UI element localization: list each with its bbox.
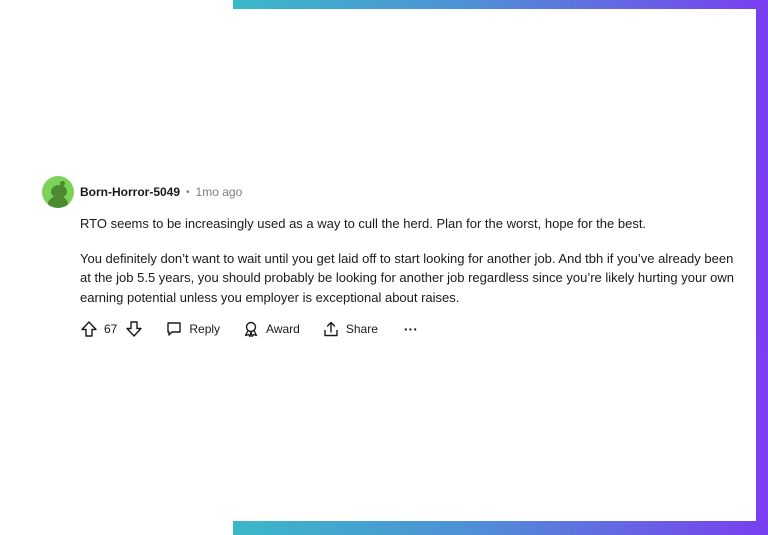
more-options-button[interactable]: ··· (404, 321, 418, 337)
vote-control: 67 (80, 320, 143, 338)
award-button[interactable]: Award (242, 320, 300, 338)
comment-body: RTO seems to be increasingly used as a w… (80, 214, 742, 307)
downvote-icon[interactable] (125, 320, 143, 338)
comment-actions: 67 Reply Award Share ··· (80, 317, 742, 341)
avatar[interactable] (42, 176, 74, 208)
award-label: Award (266, 322, 300, 336)
upvote-icon[interactable] (80, 320, 98, 338)
share-label: Share (345, 322, 378, 336)
frame-right-border (756, 0, 768, 535)
comment-timestamp[interactable]: 1mo ago (196, 185, 243, 199)
frame-bottom-border (233, 521, 768, 535)
username-link[interactable]: Born-Horror-5049 (80, 185, 180, 199)
comment-paragraph-2: You definitely don’t want to wait until … (80, 250, 734, 305)
award-icon (242, 320, 260, 338)
comment-paragraph-1: RTO seems to be increasingly used as a w… (80, 216, 647, 231)
comment-header: Born-Horror-5049 • 1mo ago (42, 176, 742, 208)
vote-count: 67 (104, 322, 118, 336)
share-icon (322, 320, 340, 338)
frame-top-border (233, 0, 768, 9)
comment-bubble-icon (165, 320, 183, 338)
reply-label: Reply (189, 322, 221, 336)
share-button[interactable]: Share (322, 320, 378, 338)
comment: Born-Horror-5049 • 1mo ago RTO seems to … (42, 176, 742, 341)
avatar-body (48, 196, 68, 208)
meta-separator: • (186, 186, 190, 198)
reply-button[interactable]: Reply (165, 320, 220, 338)
